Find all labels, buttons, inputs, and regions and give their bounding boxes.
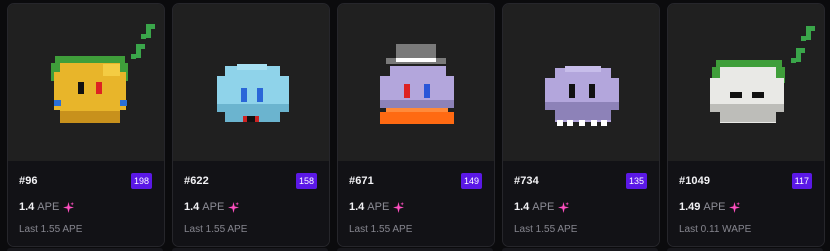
rarity-rank-badge: 149 xyxy=(460,173,482,189)
nft-card[interactable]: #1049 117 1.49 APE Last 0.11 WAPE xyxy=(667,3,825,247)
price-amount: 1.4 xyxy=(184,201,200,213)
token-id: #622 xyxy=(184,175,209,187)
nft-image[interactable] xyxy=(668,4,824,161)
pixel-creature-purple-icon xyxy=(545,66,619,126)
rarity-rank-badge: 158 xyxy=(295,173,317,189)
sparkle-icon xyxy=(63,201,75,213)
sparkle-icon xyxy=(228,201,240,213)
card-info: #96 198 1.4 APE Last 1.55 APE xyxy=(8,161,164,246)
price-amount: 1.4 xyxy=(349,201,365,213)
pixel-creature-tophat-icon xyxy=(380,44,454,124)
price-amount: 1.4 xyxy=(19,201,35,213)
price-amount: 1.4 xyxy=(514,201,530,213)
nft-image[interactable] xyxy=(8,4,164,161)
nft-image[interactable] xyxy=(503,4,659,161)
card-info: #1049 117 1.49 APE Last 0.11 WAPE xyxy=(668,161,824,246)
price-row: 1.4 APE xyxy=(514,200,570,214)
price-currency: APE xyxy=(367,201,390,213)
token-id: #1049 xyxy=(679,175,711,187)
token-id: #734 xyxy=(514,175,539,187)
sparkle-icon xyxy=(393,201,405,213)
nft-image[interactable] xyxy=(338,4,494,161)
card-info: #671 149 1.4 APE Last 1.55 APE xyxy=(338,161,494,246)
sparkle-icon xyxy=(558,201,570,213)
rarity-rank-badge: 198 xyxy=(130,173,152,189)
pixel-creature-yellow-icon xyxy=(51,24,155,123)
price-currency: APE xyxy=(202,201,225,213)
price-row: 1.4 APE xyxy=(19,200,75,214)
pixel-creature-white-icon xyxy=(710,26,815,123)
rarity-rank-badge: 135 xyxy=(625,173,647,189)
last-sale-price: Last 1.55 APE xyxy=(514,224,578,235)
nft-card[interactable]: #671 149 1.4 APE Last 1.55 APE xyxy=(337,3,495,247)
price-row: 1.49 APE xyxy=(679,200,741,214)
card-info: #734 135 1.4 APE Last 1.55 APE xyxy=(503,161,659,246)
price-amount: 1.49 xyxy=(679,201,701,213)
nft-card[interactable]: #622 158 1.4 APE Last 1.55 APE xyxy=(172,3,330,247)
price-row: 1.4 APE xyxy=(349,200,405,214)
nft-card-grid: #96 198 1.4 APE Last 1.55 APE #622 158 1… xyxy=(0,0,830,251)
rarity-rank-badge: 117 xyxy=(791,173,812,189)
sparkle-icon xyxy=(729,201,741,213)
price-currency: APE xyxy=(703,201,726,213)
card-info: #622 158 1.4 APE Last 1.55 APE xyxy=(173,161,329,246)
last-sale-price: Last 0.11 WAPE xyxy=(679,224,752,235)
nft-card[interactable]: #96 198 1.4 APE Last 1.55 APE xyxy=(7,3,165,247)
token-id: #671 xyxy=(349,175,374,187)
last-sale-price: Last 1.55 APE xyxy=(349,224,413,235)
price-currency: APE xyxy=(37,201,60,213)
last-sale-price: Last 1.55 APE xyxy=(19,224,83,235)
pixel-creature-blue-icon xyxy=(217,64,289,122)
nft-card[interactable]: #734 135 1.4 APE Last 1.55 APE xyxy=(502,3,660,247)
last-sale-price: Last 1.55 APE xyxy=(184,224,248,235)
price-row: 1.4 APE xyxy=(184,200,240,214)
token-id: #96 xyxy=(19,175,38,187)
price-currency: APE xyxy=(532,201,555,213)
nft-image[interactable] xyxy=(173,4,329,161)
